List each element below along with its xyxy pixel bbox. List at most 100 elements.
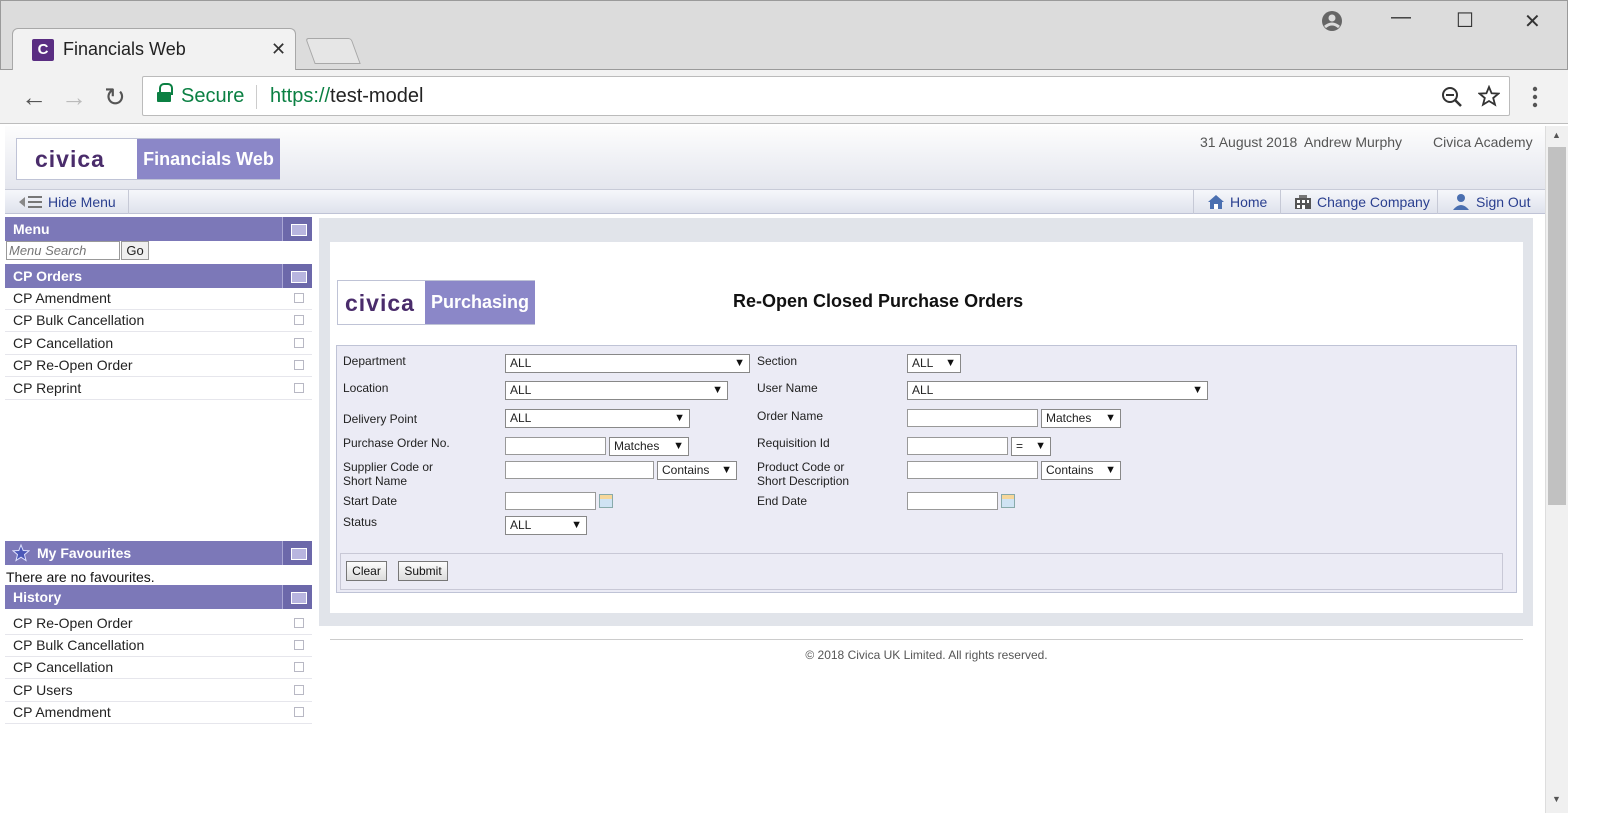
end-date-calendar-icon[interactable] xyxy=(1001,494,1015,508)
sidebar-item-cp-amendment[interactable]: CP Amendment xyxy=(5,288,312,310)
supplier-input[interactable] xyxy=(505,461,654,479)
dropdown-arrow-icon: ▼ xyxy=(945,357,956,369)
open-window-icon[interactable] xyxy=(294,315,304,325)
favourites-panel-title: My Favourites xyxy=(37,545,132,561)
civica-logo-word: civica xyxy=(35,146,105,172)
cp-orders-panel-header: CP Orders xyxy=(5,264,312,288)
department-select[interactable]: ALL ▼ xyxy=(505,354,750,373)
lock-icon xyxy=(157,83,173,105)
po-number-match-select[interactable]: Matches ▼ xyxy=(609,437,689,456)
back-icon[interactable]: ← xyxy=(21,82,47,113)
scroll-up-icon[interactable]: ▲ xyxy=(1552,130,1561,140)
history-item-label: CP Bulk Cancellation xyxy=(13,637,145,653)
order-name-input[interactable] xyxy=(907,409,1038,427)
dropdown-arrow-icon: ▼ xyxy=(1105,464,1116,476)
dropdown-arrow-icon: ▼ xyxy=(1105,412,1116,424)
open-window-icon[interactable] xyxy=(294,618,304,628)
sidebar-item-label: CP Amendment xyxy=(13,290,111,306)
history-item[interactable]: CP Bulk Cancellation xyxy=(5,635,312,657)
browser-menu-icon[interactable] xyxy=(1531,86,1539,108)
omnibox-divider xyxy=(256,85,257,109)
sign-out-link[interactable]: Sign Out xyxy=(1476,194,1530,210)
delivery-point-select[interactable]: ALL ▼ xyxy=(505,409,690,428)
civica-favicon-icon: C xyxy=(32,39,54,61)
panel-collapse-icon[interactable] xyxy=(282,217,312,241)
open-window-icon[interactable] xyxy=(294,640,304,650)
order-name-match-select[interactable]: Matches ▼ xyxy=(1041,409,1121,428)
open-window-icon[interactable] xyxy=(294,293,304,303)
po-number-input[interactable] xyxy=(505,437,606,455)
open-window-icon[interactable] xyxy=(294,707,304,717)
forward-icon[interactable]: → xyxy=(61,82,87,113)
clear-button[interactable]: Clear xyxy=(346,561,387,581)
module-name: Purchasing xyxy=(425,281,535,324)
panel-collapse-icon[interactable] xyxy=(282,541,312,565)
home-icon[interactable] xyxy=(1207,194,1225,210)
header-date: 31 August 2018 xyxy=(1200,134,1298,150)
address-bar[interactable]: Secure https://test-model xyxy=(142,76,1510,116)
footer-divider xyxy=(330,639,1523,640)
supplier-match-select[interactable]: Contains ▼ xyxy=(657,461,737,480)
section-select[interactable]: ALL ▼ xyxy=(907,354,961,373)
maximize-icon[interactable]: ☐ xyxy=(1456,8,1474,33)
status-select[interactable]: ALL ▼ xyxy=(505,516,587,535)
tab-close-icon[interactable]: ✕ xyxy=(271,39,286,60)
minimize-icon[interactable]: — xyxy=(1391,6,1411,29)
dropdown-arrow-icon: ▼ xyxy=(712,384,723,396)
reload-icon[interactable]: ↻ xyxy=(104,82,126,113)
sidebar-item-label: CP Bulk Cancellation xyxy=(13,312,145,328)
url-text[interactable]: https://test-model xyxy=(270,85,423,108)
history-item[interactable]: CP Cancellation xyxy=(5,657,312,679)
user-name-select[interactable]: ALL ▼ xyxy=(907,381,1208,400)
browser-tab[interactable]: C Financials Web ✕ xyxy=(12,28,296,70)
sidebar-item-cp-reprint[interactable]: CP Reprint xyxy=(5,378,312,400)
sign-out-icon[interactable] xyxy=(1451,193,1471,210)
panel-collapse-icon[interactable] xyxy=(282,585,312,609)
sidebar-item-cp-re-open-order[interactable]: CP Re-Open Order xyxy=(5,355,312,377)
sidebar-item-label: CP Reprint xyxy=(13,380,82,396)
window-close-icon[interactable]: ✕ xyxy=(1524,9,1541,34)
history-panel-title: History xyxy=(13,589,62,605)
menu-search-go-button[interactable]: Go xyxy=(121,241,149,260)
open-window-icon[interactable] xyxy=(294,383,304,393)
history-item[interactable]: CP Users xyxy=(5,680,312,702)
favourites-empty-text: There are no favourites. xyxy=(6,569,155,585)
open-window-icon[interactable] xyxy=(294,685,304,695)
dropdown-arrow-icon: ▼ xyxy=(734,357,745,369)
section-label: Section xyxy=(757,354,798,368)
user-name-label: User Name xyxy=(757,381,818,395)
sidebar-item-cp-cancellation[interactable]: CP Cancellation xyxy=(5,333,312,355)
location-select[interactable]: ALL ▼ xyxy=(505,381,728,400)
new-tab-button[interactable] xyxy=(305,38,361,64)
requisition-id-input[interactable] xyxy=(907,437,1008,455)
open-window-icon[interactable] xyxy=(294,360,304,370)
open-window-icon[interactable] xyxy=(294,662,304,672)
hide-menu-link[interactable]: Hide Menu xyxy=(48,194,116,210)
scrollbar-thumb[interactable] xyxy=(1548,147,1566,505)
account-icon[interactable] xyxy=(1321,10,1343,32)
change-company-link[interactable]: Change Company xyxy=(1317,194,1430,210)
requisition-id-operator-select[interactable]: = ▼ xyxy=(1011,437,1051,456)
tab-title: Financials Web xyxy=(63,39,186,59)
sidebar-item-cp-bulk-cancellation[interactable]: CP Bulk Cancellation xyxy=(5,310,312,332)
panel-expand-icon[interactable] xyxy=(282,264,312,288)
start-date-calendar-icon[interactable] xyxy=(599,494,613,508)
scroll-down-icon[interactable]: ▼ xyxy=(1552,794,1561,804)
app-menubar xyxy=(5,190,1545,214)
bookmark-star-icon[interactable] xyxy=(1478,85,1500,107)
history-item[interactable]: CP Re-Open Order xyxy=(5,613,312,635)
end-date-input[interactable] xyxy=(907,492,998,510)
history-item[interactable]: CP Amendment xyxy=(5,702,312,724)
secure-label: Secure xyxy=(181,85,245,107)
submit-button[interactable]: Submit xyxy=(398,561,448,581)
product-input[interactable] xyxy=(907,461,1038,479)
hide-menu-icon[interactable] xyxy=(19,195,43,209)
history-item-label: CP Users xyxy=(13,682,73,698)
start-date-input[interactable] xyxy=(505,492,596,510)
open-window-icon[interactable] xyxy=(294,338,304,348)
menu-search-input[interactable] xyxy=(6,241,120,260)
product-match-select[interactable]: Contains ▼ xyxy=(1041,461,1121,480)
change-company-icon[interactable] xyxy=(1294,195,1312,210)
zoom-icon[interactable] xyxy=(1441,86,1463,108)
home-link[interactable]: Home xyxy=(1230,194,1267,210)
